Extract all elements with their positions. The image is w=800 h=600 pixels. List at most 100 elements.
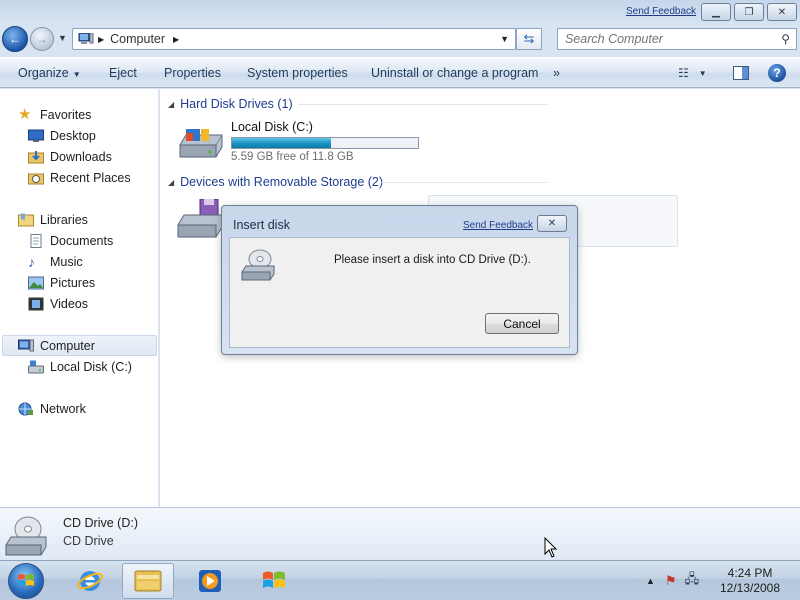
taskbar-internet-explorer[interactable] bbox=[64, 563, 116, 599]
nav-desktop[interactable]: Desktop bbox=[28, 126, 96, 146]
hard-drive-icon bbox=[179, 129, 223, 158]
star-icon: ★ bbox=[18, 106, 32, 123]
nav-local-disk-label: Local Disk (C:) bbox=[50, 360, 132, 374]
cd-drive-icon bbox=[5, 516, 47, 556]
computer-icon bbox=[78, 33, 94, 44]
restore-icon: ❐ bbox=[744, 6, 754, 18]
nav-documents[interactable]: Documents bbox=[28, 231, 113, 251]
drive-free-space: 5.59 GB free of 11.8 GB bbox=[231, 151, 354, 163]
minimize-button[interactable]: ▁ bbox=[701, 3, 731, 21]
maximize-button[interactable]: ❐ bbox=[734, 3, 764, 21]
preview-pane-icon bbox=[733, 66, 749, 80]
nav-network[interactable]: Network bbox=[18, 399, 86, 419]
navigation-row: ← → ▼ ▶ Computer ▶ ▼ ⇆ ⚲ bbox=[0, 24, 800, 54]
group-removable-storage[interactable]: ◢ Devices with Removable Storage (2) bbox=[168, 175, 383, 189]
search-icon[interactable]: ⚲ bbox=[781, 32, 790, 46]
cd-drive-icon bbox=[241, 249, 275, 281]
breadcrumb-computer[interactable]: Computer bbox=[110, 32, 165, 46]
nav-libraries-label: Libraries bbox=[40, 213, 88, 227]
drive-name[interactable]: Local Disk (C:) bbox=[231, 120, 313, 134]
details-item-name: CD Drive (D:) bbox=[63, 516, 138, 530]
mouse-cursor-icon bbox=[544, 537, 558, 558]
back-button[interactable]: ← bbox=[2, 26, 28, 52]
desktop-icon bbox=[28, 129, 44, 142]
collapse-triangle-icon: ◢ bbox=[168, 177, 175, 187]
start-button[interactable] bbox=[8, 563, 44, 599]
nav-downloads[interactable]: Downloads bbox=[28, 147, 112, 167]
taskbar: ▲ ⚑ 🖧 4:24 PM 12/13/2008 bbox=[0, 560, 800, 600]
address-bar[interactable]: ▶ Computer ▶ ▼ bbox=[72, 28, 516, 50]
dialog-message: Please insert a disk into CD Drive (D:). bbox=[334, 254, 531, 266]
close-button[interactable]: ✕ bbox=[767, 3, 797, 21]
taskbar-windows-logo[interactable] bbox=[248, 563, 300, 599]
clock[interactable]: 4:24 PM 12/13/2008 bbox=[714, 566, 786, 596]
dialog-send-feedback-link[interactable]: Send Feedback bbox=[463, 220, 533, 231]
preview-pane-button[interactable] bbox=[733, 64, 749, 82]
hard-drive-icon bbox=[28, 360, 44, 374]
taskbar-media-player[interactable] bbox=[184, 563, 236, 599]
minimize-icon: ▁ bbox=[712, 6, 720, 18]
search-box[interactable]: ⚲ bbox=[557, 28, 797, 50]
nav-libraries[interactable]: Libraries bbox=[18, 210, 88, 230]
cancel-button[interactable]: Cancel bbox=[485, 313, 559, 334]
nav-local-disk[interactable]: Local Disk (C:) bbox=[28, 357, 132, 377]
network-status-icon[interactable]: 🖧 bbox=[685, 570, 700, 592]
dialog-title: Insert disk bbox=[233, 218, 290, 232]
address-dropdown-icon[interactable]: ▼ bbox=[500, 34, 509, 44]
system-properties-button[interactable]: System properties bbox=[247, 66, 348, 80]
title-bar: Send Feedback ▁ ❐ ✕ bbox=[0, 0, 800, 24]
nav-recent-places[interactable]: Recent Places bbox=[28, 168, 131, 188]
recent-pages-dropdown[interactable]: ▼ bbox=[58, 33, 67, 43]
floppy-drive-tile[interactable] bbox=[176, 198, 226, 241]
clock-date: 12/13/2008 bbox=[719, 581, 781, 595]
nav-pictures[interactable]: Pictures bbox=[28, 273, 95, 293]
close-icon: ✕ bbox=[777, 6, 787, 18]
notification-area: ▲ ⚑ 🖧 bbox=[640, 561, 699, 600]
uninstall-program-button[interactable]: Uninstall or change a program bbox=[371, 66, 538, 80]
breadcrumb-separator-icon[interactable]: ▶ bbox=[98, 35, 104, 44]
back-arrow-icon: ← bbox=[9, 32, 21, 46]
change-view-button[interactable]: ☷ ▼ bbox=[678, 64, 707, 82]
refresh-button[interactable]: ⇆ bbox=[516, 28, 542, 50]
search-input[interactable] bbox=[558, 29, 768, 49]
nav-favorites[interactable]: ★ Favorites bbox=[18, 105, 91, 125]
taskbar-windows-explorer[interactable] bbox=[122, 563, 174, 599]
properties-button[interactable]: Properties bbox=[164, 66, 221, 80]
send-feedback-link[interactable]: Send Feedback bbox=[626, 6, 696, 17]
downloads-icon bbox=[28, 151, 44, 164]
dialog-close-button[interactable]: ✕ bbox=[537, 215, 567, 232]
nav-videos[interactable]: Videos bbox=[28, 294, 88, 314]
command-bar: Organize ▼ Eject Properties System proper… bbox=[0, 57, 800, 88]
eject-button[interactable]: Eject bbox=[109, 66, 137, 80]
drive-usage-bar bbox=[231, 137, 419, 149]
documents-icon bbox=[30, 234, 42, 248]
nav-recent-places-label: Recent Places bbox=[50, 171, 131, 185]
organize-menu[interactable]: Organize ▼ bbox=[18, 66, 81, 80]
music-note-icon: ♪ bbox=[28, 254, 35, 270]
breadcrumb-separator-icon[interactable]: ▶ bbox=[173, 35, 179, 44]
view-options-icon: ☷ bbox=[678, 66, 689, 80]
folder-icon bbox=[134, 570, 162, 592]
windows-flag-icon bbox=[263, 571, 285, 588]
action-center-icon[interactable]: ⚑ bbox=[665, 573, 677, 589]
libraries-icon bbox=[18, 213, 34, 227]
chevron-down-icon: ▼ bbox=[698, 68, 707, 78]
more-commands-button[interactable]: » bbox=[553, 66, 560, 80]
nav-videos-label: Videos bbox=[50, 297, 88, 311]
nav-computer[interactable]: Computer bbox=[18, 336, 95, 356]
help-button[interactable]: ? bbox=[768, 64, 786, 82]
show-hidden-icons-button[interactable]: ▲ bbox=[646, 576, 655, 586]
nav-network-label: Network bbox=[40, 402, 86, 416]
refresh-icon: ⇆ bbox=[523, 31, 535, 46]
forward-button[interactable]: → bbox=[30, 27, 54, 51]
pictures-icon bbox=[28, 276, 44, 290]
explorer-window: Send Feedback ▁ ❐ ✕ ← → ▼ ▶ Computer ▶ ▼… bbox=[0, 0, 800, 560]
group-hard-disk-drives[interactable]: ◢ Hard Disk Drives (1) bbox=[168, 97, 293, 111]
nav-downloads-label: Downloads bbox=[50, 150, 112, 164]
recent-places-icon bbox=[28, 173, 44, 185]
nav-music[interactable]: ♪ Music bbox=[28, 252, 83, 272]
internet-explorer-icon bbox=[77, 571, 103, 591]
details-pane: CD Drive (D:) CD Drive bbox=[0, 507, 800, 560]
group-divider bbox=[380, 182, 548, 183]
chevron-down-icon: ▼ bbox=[72, 70, 81, 79]
